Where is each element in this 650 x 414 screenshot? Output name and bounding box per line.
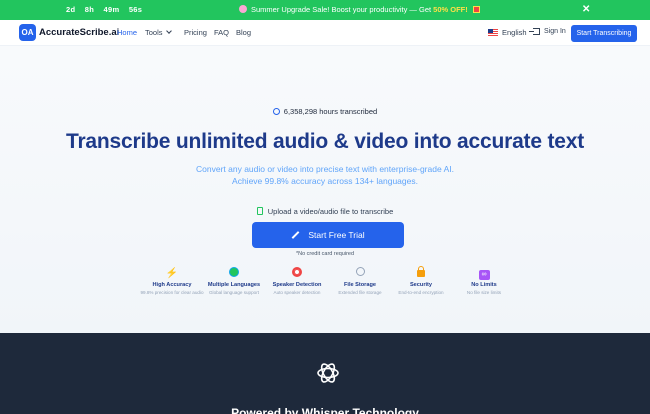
nav-link-tools-label: Tools <box>145 28 163 37</box>
target-icon <box>292 267 302 277</box>
infinity-icon: ∞ <box>478 270 490 280</box>
nav-link-home[interactable]: Home <box>117 28 137 37</box>
promo-message[interactable]: Summer Upgrade Sale! Boost your producti… <box>239 5 480 14</box>
nav-link-pricing[interactable]: Pricing <box>184 28 207 37</box>
promo-text: Summer Upgrade Sale! Boost your producti… <box>251 5 432 14</box>
feature-file-storage: File Storage Extended file storage <box>328 267 392 296</box>
language-label: English <box>502 28 527 37</box>
countdown-minutes: 49m <box>103 5 120 14</box>
magic-wand-icon <box>292 231 300 239</box>
stopwatch-icon <box>355 267 365 276</box>
feature-speaker-detection: Speaker Detection Auto speaker detection <box>265 267 329 296</box>
nav-link-tools[interactable]: Tools <box>145 28 172 37</box>
openai-logo-icon <box>317 363 339 383</box>
feature-desc: Auto speaker detection <box>273 290 321 295</box>
site-logo[interactable]: OA AccurateScribe.ai <box>19 24 119 41</box>
upload-prompt[interactable]: Upload a video/audio file to transcribe <box>0 207 650 216</box>
feature-desc: Extended file storage <box>338 290 382 295</box>
feature-desc: Global language support <box>208 290 260 295</box>
top-nav: OA AccurateScribe.ai Home Tools Pricing … <box>0 20 650 46</box>
gift-icon <box>472 6 480 13</box>
close-icon[interactable]: ✕ <box>582 4 590 15</box>
stopwatch-icon <box>272 108 280 115</box>
start-free-trial-label: Start Free Trial <box>308 230 365 240</box>
us-flag-icon <box>488 29 498 36</box>
nav-link-faq[interactable]: FAQ <box>214 28 229 37</box>
feature-desc: 99.8% precision for clear audio <box>140 290 204 295</box>
start-transcribing-button[interactable]: Start Transcribing <box>571 25 637 42</box>
flower-icon <box>239 5 247 13</box>
feature-title: File Storage <box>343 282 377 288</box>
logo-text: AccurateScribe.ai <box>39 27 120 38</box>
feature-high-accuracy: ⚡ High Accuracy 99.8% precision for clea… <box>140 267 204 296</box>
feature-title: High Accuracy <box>152 282 192 288</box>
hero-headline: Transcribe unlimited audio & video into … <box>65 130 585 153</box>
feature-title: Speaker Detection <box>272 282 322 288</box>
feature-title: Security <box>409 282 433 288</box>
hero-subheadline: Convert any audio or video into precise … <box>196 164 454 186</box>
sign-in-icon <box>529 28 540 35</box>
countdown-hours: 8h <box>84 5 95 14</box>
countdown-seconds: 56s <box>128 5 143 14</box>
language-selector[interactable]: English <box>488 28 527 37</box>
transcribed-stat: 6,358,298 hours transcribed <box>0 107 650 116</box>
feature-no-limits: ∞ No Limits No file size limits <box>452 267 516 296</box>
lightning-icon: ⚡ <box>165 268 179 279</box>
chevron-down-icon <box>165 28 172 34</box>
feature-desc: No file size limits <box>466 290 502 295</box>
sign-in-link[interactable]: Sign In <box>529 28 566 35</box>
stat-text: 6,358,298 hours transcribed <box>283 107 378 116</box>
hero-section: 6,358,298 hours transcribed Transcribe u… <box>0 46 650 333</box>
feature-title: No Limits <box>471 282 497 288</box>
promo-offer: 50% OFF! <box>433 5 468 14</box>
countdown-days: 2d <box>66 5 76 14</box>
feature-list: ⚡ High Accuracy 99.8% precision for clea… <box>140 266 520 307</box>
nav-link-blog[interactable]: Blog <box>236 28 251 37</box>
no-credit-card-note: *No credit card required <box>295 251 355 257</box>
technology-title: Powered by Whisper Technology <box>231 406 419 414</box>
sign-in-label: Sign In <box>544 28 566 35</box>
upload-prompt-text: Upload a video/audio file to transcribe <box>267 207 394 216</box>
start-free-trial-button[interactable]: Start Free Trial <box>252 222 404 248</box>
countdown-timer: 2d 8h 49m 56s <box>66 5 149 14</box>
file-icon <box>256 207 263 215</box>
feature-desc: End-to-end encryption <box>398 290 444 295</box>
technology-section: Powered by Whisper Technology <box>0 333 650 414</box>
feature-multiple-languages: Multiple Languages Global language suppo… <box>202 267 266 296</box>
logo-mark-icon: OA <box>19 24 36 41</box>
feature-title: Multiple Languages <box>207 282 261 288</box>
feature-security: Security End-to-end encryption <box>389 266 453 296</box>
promo-banner: 2d 8h 49m 56s Summer Upgrade Sale! Boost… <box>0 0 650 20</box>
lock-icon <box>417 266 425 277</box>
globe-icon <box>229 267 239 277</box>
